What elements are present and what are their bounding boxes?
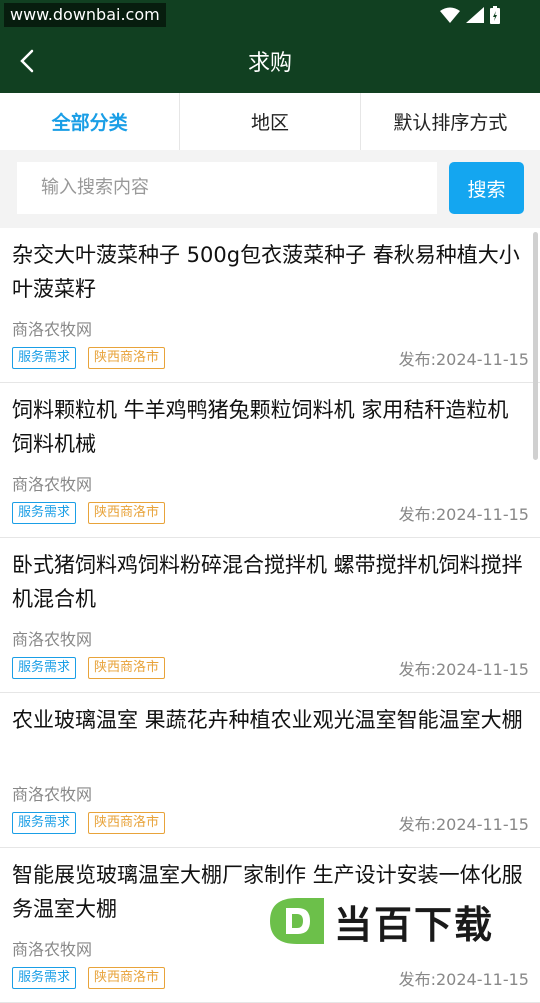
region-tag: 陕西商洛市 [88,812,166,834]
item-source: 商洛农牧网 [12,320,93,339]
status-bar: www.downbai.com [0,0,540,30]
item-date: 发布:2024-11-15 [398,815,529,834]
list-item[interactable]: 农业玻璃温室 果蔬花卉种植农业观光温室智能温室大棚 商洛农牧网 服务需求 陕西商… [0,693,540,848]
battery-icon [490,6,500,24]
category-tag: 服务需求 [12,657,77,679]
item-date: 发布:2024-11-15 [398,505,529,524]
status-icons [440,6,500,24]
item-source: 商洛农牧网 [12,940,93,959]
category-tag: 服务需求 [12,812,77,834]
page-title: 求购 [247,51,292,76]
brand-text: 当百下载 [334,902,495,947]
item-tags: 服务需求 陕西商洛市 [12,502,166,524]
item-date: 发布:2024-11-15 [398,660,529,679]
region-tag: 陕西商洛市 [88,347,166,369]
item-source: 商洛农牧网 [12,785,93,804]
filter-bar: 全部分类 地区 默认排序方式 [0,93,540,150]
filter-all-categories[interactable]: 全部分类 [0,93,179,150]
region-tag: 陕西商洛市 [88,502,166,524]
listing-list: 杂交大叶菠菜种子 500g包衣菠菜种子 春秋易种植大小叶菠菜籽 商洛农牧网 服务… [0,228,540,1003]
search-row: 输入搜索内容 搜索 [0,150,540,228]
search-button[interactable]: 搜索 [449,162,524,214]
brand-logo-icon [270,898,324,944]
list-item[interactable]: 卧式猪饲料鸡饲料粉碎混合搅拌机 螺带搅拌机饲料搅拌机混合机 商洛农牧网 服务需求… [0,538,540,693]
list-item[interactable]: 杂交大叶菠菜种子 500g包衣菠菜种子 春秋易种植大小叶菠菜籽 商洛农牧网 服务… [0,228,540,383]
filter-sort[interactable]: 默认排序方式 [359,93,540,150]
region-tag: 陕西商洛市 [88,967,166,989]
item-title: 卧式猪饲料鸡饲料粉碎混合搅拌机 螺带搅拌机饲料搅拌机混合机 [12,553,523,611]
item-tags: 服务需求 陕西商洛市 [12,812,166,834]
region-tag: 陕西商洛市 [88,657,166,679]
category-tag: 服务需求 [12,502,77,524]
item-tags: 服务需求 陕西商洛市 [12,347,166,369]
signal-icon [466,7,484,23]
category-tag: 服务需求 [12,967,77,989]
brand-watermark: 当百下载 [266,893,534,949]
search-input[interactable]: 输入搜索内容 [17,162,437,214]
item-source: 商洛农牧网 [12,630,93,649]
item-date: 发布:2024-11-15 [398,970,529,989]
list-item[interactable]: 饲料颗粒机 牛羊鸡鸭猪兔颗粒饲料机 家用秸秆造粒机 饲料机械 商洛农牧网 服务需… [0,383,540,538]
category-tag: 服务需求 [12,347,77,369]
scrollbar[interactable] [533,232,538,460]
item-tags: 服务需求 陕西商洛市 [12,657,166,679]
item-tags: 服务需求 陕西商洛市 [12,967,166,989]
item-title: 饲料颗粒机 牛羊鸡鸭猪兔颗粒饲料机 家用秸秆造粒机 饲料机械 [12,398,509,456]
item-title: 杂交大叶菠菜种子 500g包衣菠菜种子 春秋易种植大小叶菠菜籽 [12,243,520,301]
filter-region[interactable]: 地区 [179,93,359,150]
wifi-icon [440,7,460,23]
app-bar: 求购 [0,30,540,93]
item-date: 发布:2024-11-15 [398,350,529,369]
watermark: www.downbai.com [4,3,166,27]
item-source: 商洛农牧网 [12,475,93,494]
item-title: 农业玻璃温室 果蔬花卉种植农业观光温室智能温室大棚 [12,708,523,732]
